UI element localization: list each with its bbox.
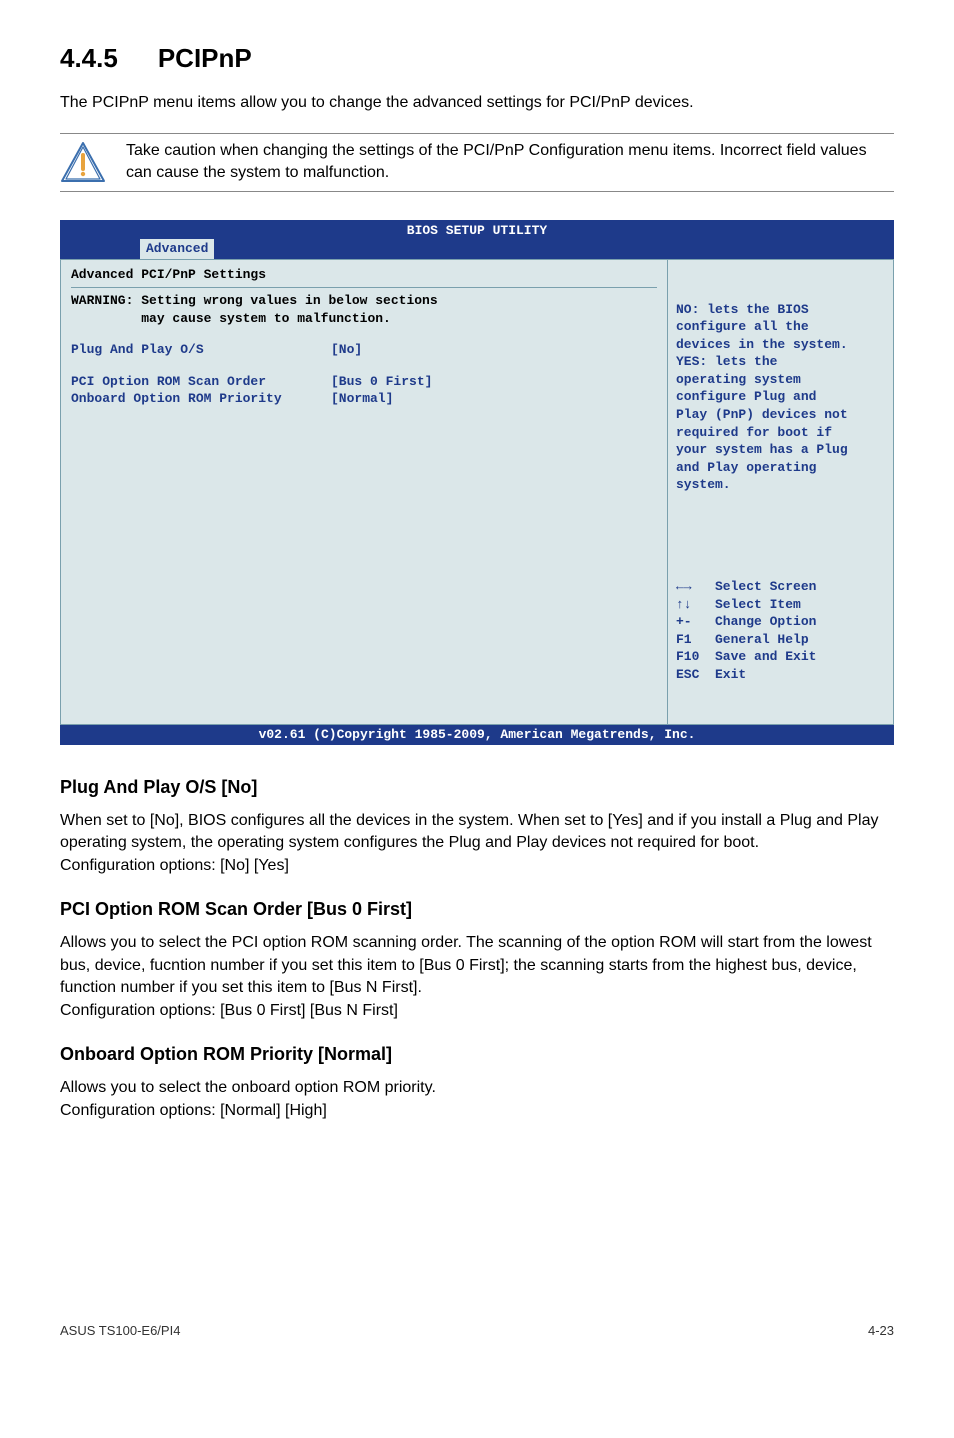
section-heading: 4.4.5 PCIPnP bbox=[60, 40, 894, 76]
bios-screenshot: BIOS SETUP UTILITY Advanced Advanced PCI… bbox=[60, 220, 894, 745]
footer-left: ASUS TS100-E6/PI4 bbox=[60, 1322, 180, 1340]
bios-right-pane: NO: lets the BIOS configure all the devi… bbox=[668, 260, 893, 725]
bios-left-heading: Advanced PCI/PnP Settings bbox=[71, 266, 657, 284]
intro-text: The PCIPnP menu items allow you to chang… bbox=[60, 92, 894, 114]
bios-tab-advanced: Advanced bbox=[140, 239, 214, 259]
bios-left-pane: Advanced PCI/PnP Settings WARNING: Setti… bbox=[61, 260, 668, 725]
bios-tabbar: Advanced bbox=[60, 239, 894, 259]
caution-icon bbox=[60, 141, 106, 183]
bios-row-plug-and-play: Plug And Play O/S [No] bbox=[71, 341, 657, 359]
bios-footer: v02.61 (C)Copyright 1985-2009, American … bbox=[60, 725, 894, 745]
sub3-body: Allows you to select the onboard option … bbox=[60, 1077, 894, 1122]
bios-divider bbox=[71, 287, 657, 288]
sub1-body: When set to [No], BIOS configures all th… bbox=[60, 810, 894, 877]
bios-title: BIOS SETUP UTILITY bbox=[60, 220, 894, 240]
section-title: PCIPnP bbox=[158, 43, 252, 73]
bios-warn-line-2: may cause system to malfunction. bbox=[71, 310, 657, 328]
bios-value: [Bus 0 First] bbox=[331, 373, 432, 391]
section-number: 4.4.5 bbox=[60, 40, 118, 76]
sub3-title: Onboard Option ROM Priority [Normal] bbox=[60, 1042, 894, 1067]
sub2-title: PCI Option ROM Scan Order [Bus 0 First] bbox=[60, 897, 894, 922]
bios-help-text: NO: lets the BIOS configure all the devi… bbox=[676, 301, 885, 494]
bios-label: Plug And Play O/S bbox=[71, 341, 331, 359]
caution-box: Take caution when changing the settings … bbox=[60, 133, 894, 192]
caution-text: Take caution when changing the settings … bbox=[126, 140, 894, 185]
bios-warn-line-1: WARNING: Setting wrong values in below s… bbox=[71, 292, 657, 310]
bios-row-onboard-option-rom: Onboard Option ROM Priority [Normal] bbox=[71, 390, 657, 408]
footer-right: 4-23 bbox=[868, 1322, 894, 1340]
sub1-title: Plug And Play O/S [No] bbox=[60, 775, 894, 800]
page-footer: ASUS TS100-E6/PI4 4-23 bbox=[60, 1322, 894, 1340]
bios-value: [No] bbox=[331, 341, 362, 359]
bios-keys-text: ←→ Select Screen ↑↓ Select Item +- Chang… bbox=[676, 578, 885, 683]
bios-label: Onboard Option ROM Priority bbox=[71, 390, 331, 408]
bios-row-pci-option-rom: PCI Option ROM Scan Order [Bus 0 First] bbox=[71, 373, 657, 391]
sub2-body: Allows you to select the PCI option ROM … bbox=[60, 932, 894, 1022]
bios-value: [Normal] bbox=[331, 390, 393, 408]
bios-body: Advanced PCI/PnP Settings WARNING: Setti… bbox=[60, 259, 894, 726]
bios-label: PCI Option ROM Scan Order bbox=[71, 373, 331, 391]
